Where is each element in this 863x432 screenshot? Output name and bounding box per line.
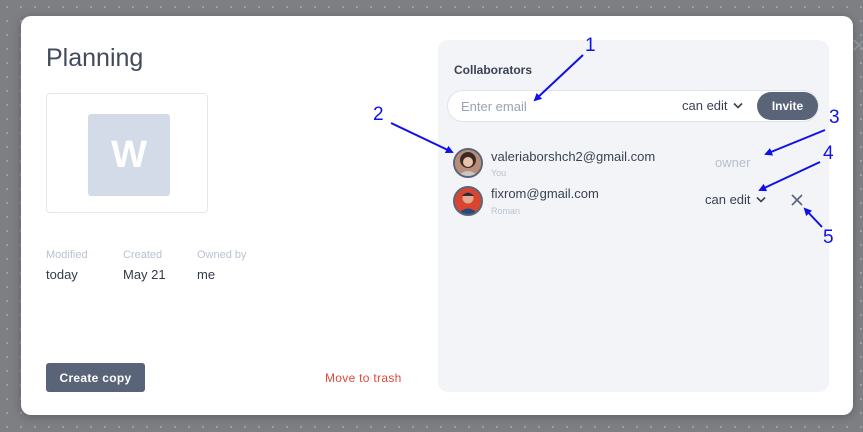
collaborator-subtitle: You xyxy=(491,168,507,178)
chevron-down-icon xyxy=(732,102,743,109)
move-to-trash-link[interactable]: Move to trash xyxy=(325,371,402,385)
file-settings-dialog: Planning W Modified today Created May 21… xyxy=(21,16,863,415)
invite-permission-select[interactable]: can edit xyxy=(682,98,743,113)
page-title: Planning xyxy=(46,44,144,72)
annotation-number-1: 1 xyxy=(585,35,596,56)
invite-button[interactable]: Invite xyxy=(757,92,818,120)
owner-role-label: owner xyxy=(715,155,751,170)
meta-modified: Modified today xyxy=(46,249,88,282)
avatar-photo-icon xyxy=(455,188,481,214)
meta-modified-label: Modified xyxy=(46,249,88,261)
collaborator-email: fixrom@gmail.com xyxy=(491,186,599,201)
annotation-number-2: 2 xyxy=(373,104,384,125)
meta-created: Created May 21 xyxy=(123,249,166,282)
meta-modified-value: today xyxy=(46,267,78,282)
create-copy-button[interactable]: Create copy xyxy=(46,363,145,392)
permission-select[interactable]: can edit xyxy=(705,192,766,207)
email-input[interactable] xyxy=(461,97,661,115)
collaborators-panel: Collaborators can edit Invite valeriabor… xyxy=(438,40,829,392)
invite-permission-label: can edit xyxy=(682,98,728,113)
avatar xyxy=(453,186,483,216)
collaborator-subtitle: Roman xyxy=(491,206,521,216)
meta-created-value: May 21 xyxy=(123,267,166,282)
file-thumbnail-frame: W xyxy=(46,93,208,213)
close-icon[interactable] xyxy=(852,38,863,52)
annotation-number-3: 3 xyxy=(829,107,840,128)
collaborator-email: valeriaborshch2@gmail.com xyxy=(491,149,656,164)
file-thumbnail: W xyxy=(88,114,170,196)
meta-owned-value: me xyxy=(197,267,216,282)
meta-owned-label: Owned by xyxy=(197,249,247,261)
meta-owned-by: Owned by me xyxy=(197,249,247,282)
permission-label: can edit xyxy=(705,192,751,207)
collaborators-title: Collaborators xyxy=(454,63,533,77)
annotation-number-4: 4 xyxy=(823,143,834,164)
invite-bar: can edit Invite xyxy=(447,90,819,122)
meta-created-label: Created xyxy=(123,249,163,261)
avatar-photo-icon xyxy=(455,150,481,176)
annotation-number-5: 5 xyxy=(823,227,834,248)
chevron-down-icon xyxy=(755,196,766,203)
avatar xyxy=(453,148,483,178)
remove-icon[interactable] xyxy=(790,193,804,207)
